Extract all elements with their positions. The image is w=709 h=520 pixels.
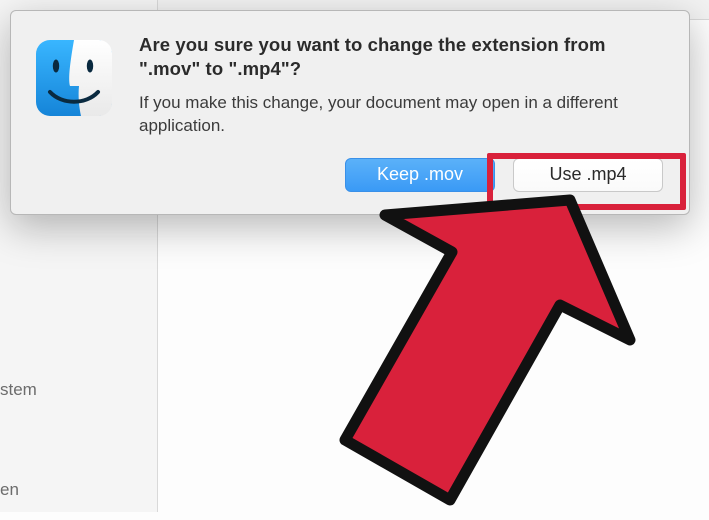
- annotation-arrow: [270, 190, 650, 520]
- use-button[interactable]: Use .mp4: [513, 158, 663, 192]
- dialog-title: Are you sure you want to change the exte…: [139, 33, 663, 82]
- dialog-description: If you make this change, your document m…: [139, 92, 663, 138]
- sidebar-item[interactable]: en: [0, 480, 19, 500]
- extension-change-dialog: Are you sure you want to change the exte…: [10, 10, 690, 215]
- dialog-button-row: Keep .mov Use .mp4: [139, 158, 663, 192]
- keep-button[interactable]: Keep .mov: [345, 158, 495, 192]
- sidebar-item[interactable]: stem: [0, 380, 37, 400]
- finder-icon: [35, 39, 113, 117]
